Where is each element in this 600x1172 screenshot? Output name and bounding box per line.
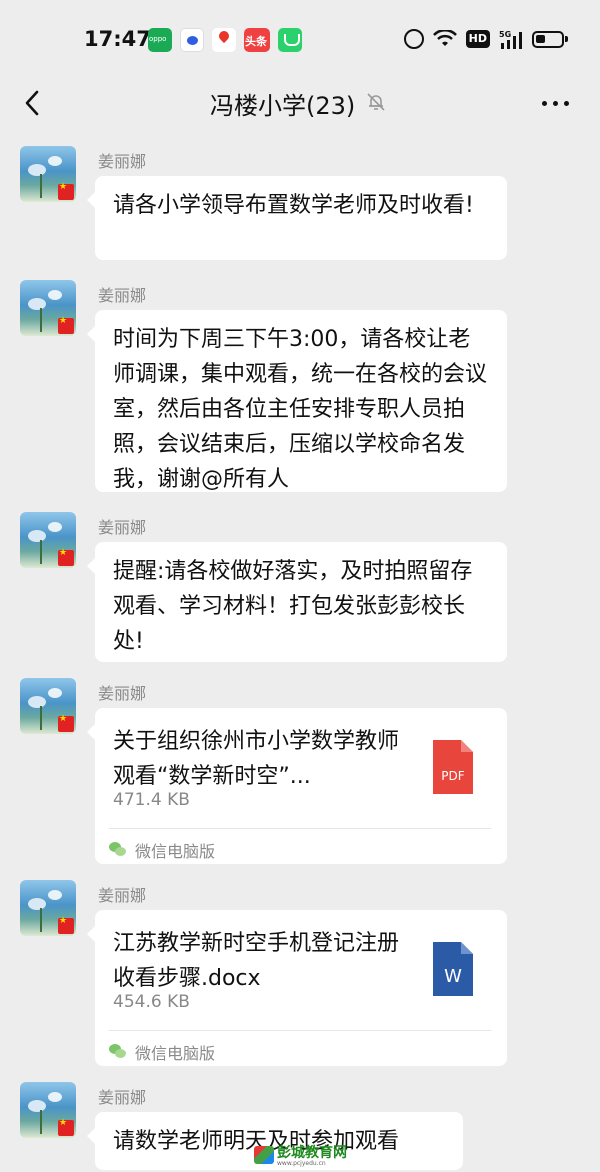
flag-icon [58, 916, 74, 934]
dot-icon [553, 100, 558, 106]
hd-icon: HD [465, 30, 490, 48]
battery-icon [532, 30, 568, 48]
watermark-logo-icon [254, 1146, 274, 1164]
message-text: 请各小学领导布置数学老师及时收看! [113, 193, 474, 218]
file-message-card[interactable]: 江苏教学新时空手机登记注册收看步骤.docx 454.6 KB W 微信电脑版 [87, 910, 507, 1066]
system-icons: HD 5G [403, 29, 568, 49]
avatar[interactable] [20, 880, 76, 936]
message-bubble[interactable]: 请各小学领导布置数学老师及时收看! [87, 176, 507, 260]
dot-icon [542, 100, 547, 106]
svg-text:PDF: PDF [441, 769, 464, 783]
mute-bell-icon [365, 91, 387, 117]
flag-icon [58, 714, 74, 732]
toutiao-icon: 头条 [244, 28, 270, 52]
status-bar: 17:47 头条 HD 5G [0, 0, 600, 78]
avatar[interactable] [20, 280, 76, 336]
file-name: 江苏教学新时空手机登记注册收看步骤.docx [113, 931, 400, 991]
flag-icon [58, 182, 74, 200]
file-source-label: 微信电脑版 [135, 1044, 216, 1063]
sender-name: 姜丽娜 [98, 886, 147, 905]
watermark-text: 彭城教育网 [277, 1145, 347, 1161]
dot-icon [564, 100, 569, 106]
chat-message: 姜丽娜 请各小学领导布置数学老师及时收看! [0, 146, 600, 266]
svg-text:5G: 5G [499, 30, 511, 39]
chat-message: 姜丽娜 时间为下周三下午3:00，请各校让老师调课，集中观看，统一在各校的会议室… [0, 280, 600, 500]
pdf-file-icon: PDF [433, 740, 473, 794]
chevron-left-icon [25, 90, 39, 116]
sender-name: 姜丽娜 [98, 684, 147, 703]
status-time: 17:47 [84, 27, 151, 51]
oppo-icon [148, 28, 172, 52]
divider [109, 828, 491, 829]
file-source-label: 微信电脑版 [135, 842, 216, 861]
notification-icons: 头条 [148, 28, 302, 52]
chat-header: 冯楼小学(23) [0, 78, 600, 128]
back-button[interactable] [18, 86, 48, 120]
watermark-url: www.pcjyedu.cn [277, 1160, 326, 1167]
file-size: 454.6 KB [113, 992, 190, 1012]
avatar[interactable] [20, 146, 76, 202]
message-text: 提醒:请各校做好落实，及时拍照留存观看、学习材料！打包发张彭彭校长处! [113, 559, 473, 654]
alarm-icon [403, 29, 424, 49]
more-options-button[interactable] [542, 96, 574, 110]
chat-title-group[interactable]: 冯楼小学(23) [210, 86, 387, 121]
word-file-icon: W [433, 942, 473, 996]
baidu-icon [180, 28, 204, 52]
green-app-icon [278, 28, 302, 52]
chat-message: 姜丽娜 提醒:请各校做好落实，及时拍照留存观看、学习材料！打包发张彭彭校长处! [0, 512, 600, 662]
file-source: 微信电脑版 [109, 1040, 215, 1064]
sender-name: 姜丽娜 [98, 152, 147, 171]
file-size: 471.4 KB [113, 790, 190, 810]
sender-name: 姜丽娜 [98, 1088, 147, 1107]
file-name: 关于组织徐州市小学数学教师观看“数学新时空”... [113, 729, 400, 789]
flag-icon [58, 1118, 74, 1136]
svg-text:W: W [444, 966, 462, 987]
sender-name: 姜丽娜 [98, 286, 147, 305]
message-text: 时间为下周三下午3:00，请各校让老师调课，集中观看，统一在各校的会议室，然后由… [113, 327, 488, 492]
flag-icon [58, 548, 74, 566]
signal-5g-icon: 5G [499, 30, 522, 49]
avatar[interactable] [20, 512, 76, 568]
flag-icon [58, 316, 74, 334]
chat-title: 冯楼小学(23) [210, 92, 356, 120]
file-message-card[interactable]: 关于组织徐州市小学数学教师观看“数学新时空”... 471.4 KB PDF 微… [87, 708, 507, 864]
message-bubble[interactable]: 提醒:请各校做好落实，及时拍照留存观看、学习材料！打包发张彭彭校长处! [87, 542, 507, 662]
avatar[interactable] [20, 1082, 76, 1138]
site-watermark: 彭城教育网 www.pcjyedu.cn [254, 1146, 347, 1167]
map-icon [212, 28, 236, 52]
chat-message: 姜丽娜 关于组织徐州市小学数学教师观看“数学新时空”... 471.4 KB P… [0, 678, 600, 864]
divider [109, 1030, 491, 1031]
wechat-icon [109, 1044, 127, 1060]
wifi-icon [432, 30, 457, 46]
chat-message: 姜丽娜 江苏教学新时空手机登记注册收看步骤.docx 454.6 KB W 微信… [0, 880, 600, 1066]
file-source: 微信电脑版 [109, 838, 215, 862]
sender-name: 姜丽娜 [98, 518, 147, 537]
avatar[interactable] [20, 678, 76, 734]
message-bubble[interactable]: 时间为下周三下午3:00，请各校让老师调课，集中观看，统一在各校的会议室，然后由… [87, 310, 507, 492]
wechat-icon [109, 842, 127, 858]
